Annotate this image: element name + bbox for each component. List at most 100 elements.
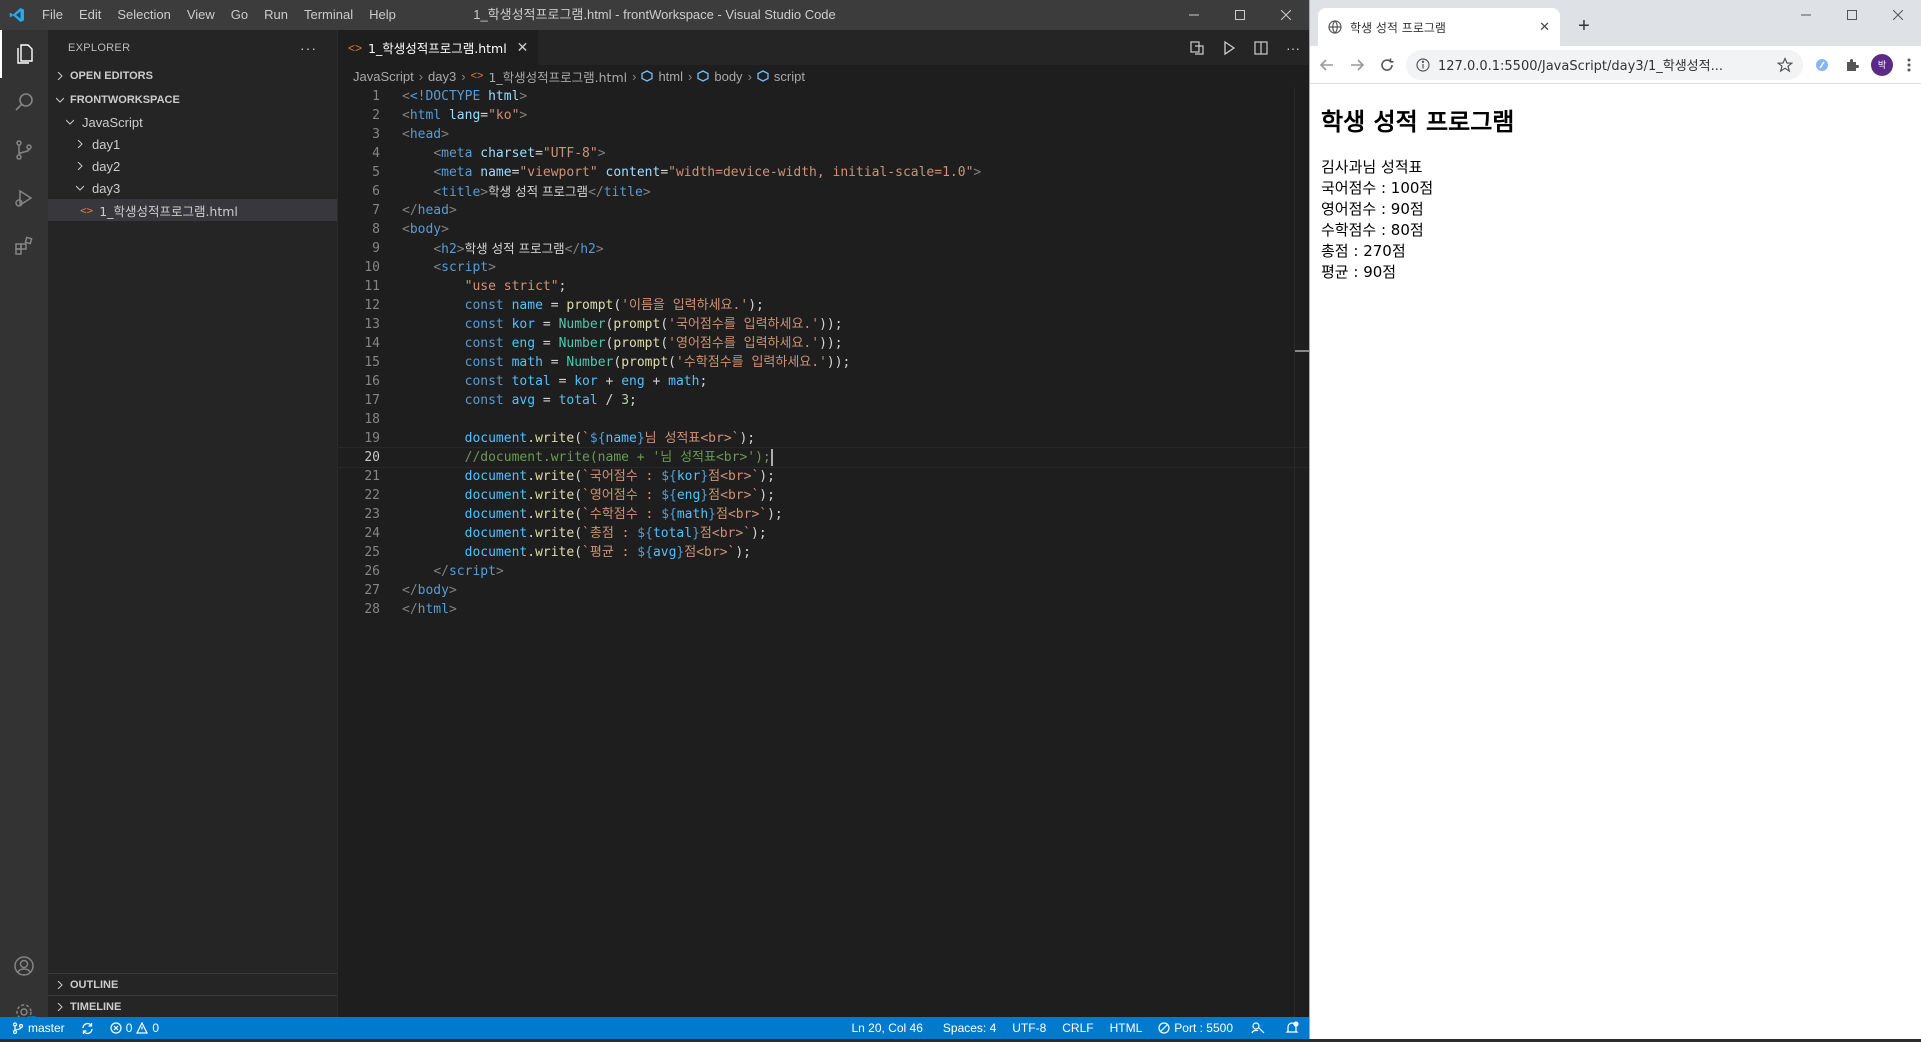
workspace-section[interactable]: FRONTWORKSPACE — [48, 89, 337, 111]
tree-folder-day3[interactable]: day3 — [48, 177, 337, 199]
timeline-section[interactable]: TIMELINE — [48, 995, 337, 1017]
code-line[interactable]: 15 const math = Number(prompt('수학점수를 입력하… — [338, 353, 1309, 372]
close-tab-icon[interactable]: ✕ — [1539, 19, 1550, 35]
back-arrow-icon[interactable] — [1312, 50, 1342, 80]
menu-file[interactable]: File — [34, 0, 71, 30]
code-line[interactable]: 4 <meta charset="UTF-8"> — [338, 144, 1309, 163]
accounts-icon[interactable] — [0, 942, 48, 990]
score-output: 김사과님 성적표 국어점수 : 100점 영어점수 : 90점 수학점수 : 8… — [1321, 157, 1910, 283]
breadcrumb-item[interactable]: JavaScript — [353, 69, 414, 84]
profile-avatar[interactable]: 박 — [1871, 53, 1893, 76]
menu-run[interactable]: Run — [256, 0, 296, 30]
address-bar[interactable]: 127.0.0.1:5500/JavaScript/day3/1_학생성적... — [1406, 49, 1803, 80]
breadcrumb-item[interactable]: html — [658, 69, 683, 84]
feedback-icon[interactable] — [1241, 1017, 1275, 1039]
code-line[interactable]: 22 document.write(`영어점수 : ${eng}점<br>`); — [338, 486, 1309, 505]
code-line[interactable]: 7 </head> — [338, 201, 1309, 220]
code-line[interactable]: 28 </html> — [338, 600, 1309, 619]
code-line[interactable]: 14 const eng = Number(prompt('영어점수를 입력하세… — [338, 334, 1309, 353]
editor-scrollbar-track[interactable] — [1294, 87, 1295, 1017]
code-line[interactable]: 8 <body> — [338, 220, 1309, 239]
extensions-puzzle-icon[interactable] — [1837, 50, 1867, 80]
code-line[interactable]: 18 — [338, 410, 1309, 429]
browser-tab[interactable]: 학생 성적 프로그램 ✕ — [1318, 8, 1560, 46]
code-line[interactable]: 21 document.write(`국어점수 : ${kor}점<br>`); — [338, 467, 1309, 486]
cursor-position[interactable]: Ln 20, Col 46 — [844, 1017, 931, 1039]
code-line[interactable]: 10 <script> — [338, 258, 1309, 277]
tree-folder-day1[interactable]: day1 — [48, 133, 337, 155]
code-line[interactable]: 6 <title>학생 성적 프로그램</title> — [338, 182, 1309, 201]
open-changes-icon[interactable] — [1181, 30, 1213, 65]
code-editor[interactable]: 1 <<!DOCTYPE html> 2 <html lang="ko"> 3 … — [337, 87, 1310, 619]
extensions-icon[interactable] — [0, 222, 48, 270]
breadcrumb-item[interactable]: day3 — [428, 69, 456, 84]
code-line[interactable]: 13 const kor = Number(prompt('국어점수를 입력하세… — [338, 315, 1309, 334]
code-token: ` — [582, 431, 590, 446]
code-line[interactable]: 9 <h2>학생 성적 프로그램</h2> — [338, 239, 1309, 258]
code-line[interactable]: 1 <<!DOCTYPE html> — [338, 87, 1309, 106]
close-window-icon[interactable] — [1263, 0, 1309, 30]
code-line-current[interactable]: 20 //document.write(name + '님 성적표<br>'); — [337, 447, 1310, 468]
split-editor-icon[interactable] — [1245, 30, 1277, 65]
indentation[interactable]: Spaces: 4 — [935, 1017, 1004, 1039]
more-actions-icon[interactable]: ··· — [1277, 30, 1309, 65]
code-line[interactable]: 19 document.write(`${name}님 성적표<br>`); — [338, 429, 1309, 448]
code-line[interactable]: 2 <html lang="ko"> — [338, 106, 1309, 125]
breadcrumb-item[interactable]: script — [774, 69, 805, 84]
code-line[interactable]: 27 </body> — [338, 581, 1309, 600]
code-line[interactable]: 11 "use strict"; — [338, 277, 1309, 296]
menu-help[interactable]: Help — [361, 0, 404, 30]
menu-selection[interactable]: Selection — [109, 0, 178, 30]
more-actions-icon[interactable]: ··· — [300, 40, 317, 56]
code-line[interactable]: 24 document.write(`총점 : ${total}점<br>`); — [338, 524, 1309, 543]
close-tab-icon[interactable]: ✕ — [517, 39, 529, 56]
search-icon[interactable] — [0, 78, 48, 126]
end-of-line[interactable]: CRLF — [1054, 1017, 1101, 1039]
notifications-bell-icon[interactable] — [1275, 1017, 1309, 1039]
run-debug-icon[interactable] — [0, 174, 48, 222]
encoding[interactable]: UTF-8 — [1004, 1017, 1054, 1039]
bookmark-star-icon[interactable] — [1777, 56, 1793, 73]
code-line[interactable]: 12 const name = prompt('이름을 입력하세요.'); — [338, 296, 1309, 315]
code-token: title — [603, 185, 643, 200]
code-line[interactable]: 26 </script> — [338, 562, 1309, 581]
source-control-icon[interactable] — [0, 126, 48, 174]
breadcrumb-item[interactable]: 1_학생성적프로그램.html — [488, 67, 627, 86]
live-server-port[interactable]: Port : 5500 — [1150, 1017, 1241, 1039]
more-vertical-icon[interactable] — [1897, 50, 1921, 80]
tree-folder-day2[interactable]: day2 — [48, 155, 337, 177]
extension-shield-icon[interactable] — [1807, 50, 1837, 80]
new-tab-icon[interactable]: + — [1572, 14, 1596, 38]
code-line[interactable]: 3 <head> — [338, 125, 1309, 144]
port-label: Port : 5500 — [1174, 1021, 1233, 1035]
minimize-icon[interactable] — [1171, 0, 1217, 30]
close-window-icon[interactable] — [1875, 0, 1921, 30]
forward-arrow-icon[interactable] — [1342, 50, 1372, 80]
tree-folder-javascript[interactable]: JavaScript — [48, 111, 337, 133]
breadcrumb-item[interactable]: body — [714, 69, 742, 84]
code-line[interactable]: 16 const total = kor + eng + math; — [338, 372, 1309, 391]
explorer-icon[interactable] — [0, 30, 48, 78]
menu-go[interactable]: Go — [223, 0, 256, 30]
language-mode[interactable]: HTML — [1102, 1017, 1151, 1039]
tree-file-html[interactable]: <> 1_학생성적프로그램.html — [48, 199, 337, 221]
code-line[interactable]: 5 <meta name="viewport" content="width=d… — [338, 163, 1309, 182]
menu-view[interactable]: View — [179, 0, 223, 30]
branch-status[interactable]: master — [0, 1017, 73, 1039]
tab-html-file[interactable]: <> 1_학생성적프로그램.html ✕ — [338, 30, 540, 65]
menu-edit[interactable]: Edit — [71, 0, 109, 30]
outline-section[interactable]: OUTLINE — [48, 973, 337, 995]
sync-icon[interactable] — [73, 1017, 102, 1039]
reload-icon[interactable] — [1372, 50, 1402, 80]
run-play-icon[interactable] — [1213, 30, 1245, 65]
code-line[interactable]: 23 document.write(`수학점수 : ${math}점<br>`)… — [338, 505, 1309, 524]
chevron-right-icon — [72, 158, 88, 174]
open-editors-section[interactable]: OPEN EDITORS — [48, 65, 337, 87]
maximize-icon[interactable] — [1217, 0, 1263, 30]
code-line[interactable]: 25 document.write(`평균 : ${avg}점<br>`); — [338, 543, 1309, 562]
minimize-icon[interactable] — [1783, 0, 1829, 30]
menu-terminal[interactable]: Terminal — [296, 0, 361, 30]
code-line[interactable]: 17 const avg = total / 3; — [338, 391, 1309, 410]
maximize-icon[interactable] — [1829, 0, 1875, 30]
problems-status[interactable]: 0 0 — [102, 1017, 167, 1039]
